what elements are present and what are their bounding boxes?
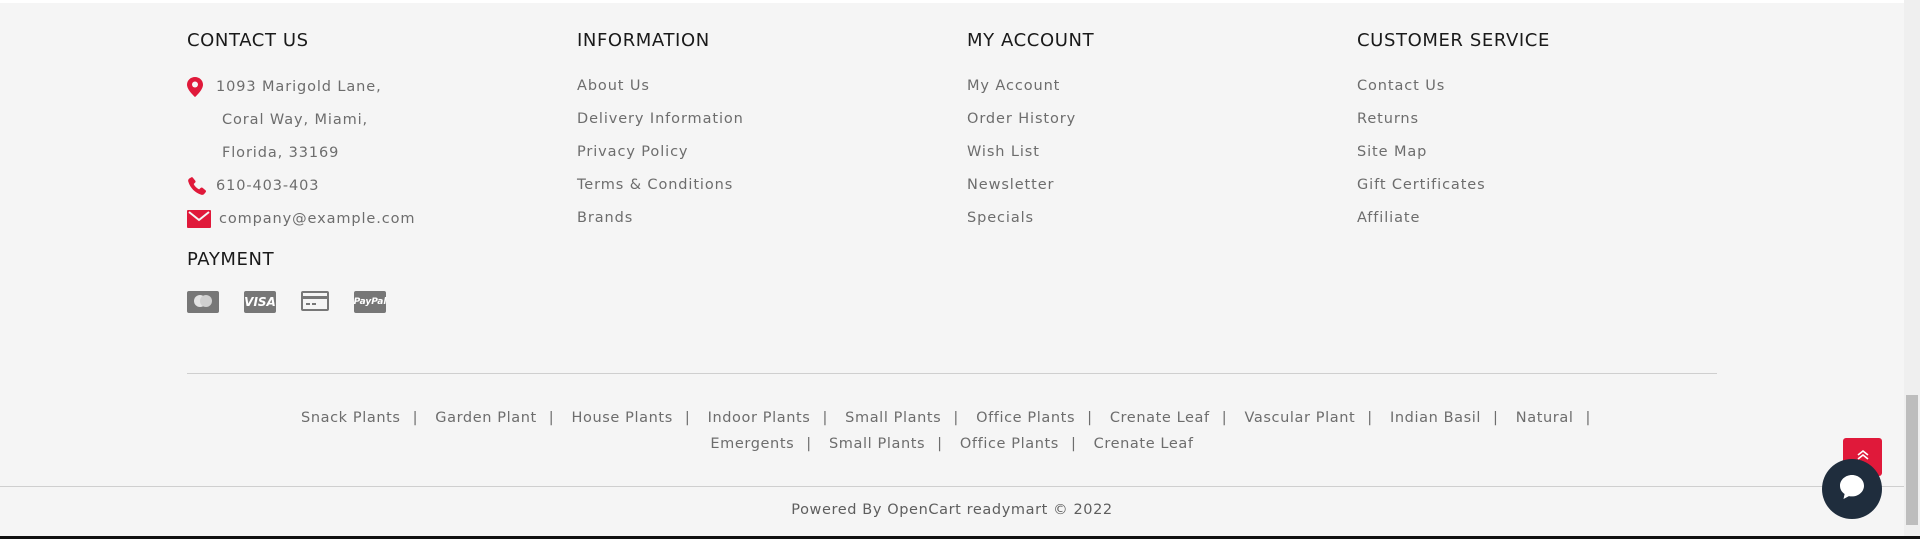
tag-link[interactable]: Natural — [1516, 410, 1574, 426]
contact-title: CONTACT US — [187, 30, 309, 51]
account-column: MY ACCOUNT My Account Order History Wish… — [967, 30, 1094, 235]
tag-separator: | — [1087, 410, 1093, 426]
footer-link-wish-list[interactable]: Wish List — [967, 136, 1094, 169]
tag-separator: | — [822, 410, 828, 426]
mail-icon — [187, 209, 211, 228]
tag-separator: | — [684, 410, 691, 426]
footer-link-site-map[interactable]: Site Map — [1357, 136, 1550, 169]
service-title: CUSTOMER SERVICE — [1357, 30, 1550, 51]
footer-link-gift-certificates[interactable]: Gift Certificates — [1357, 169, 1550, 202]
footer-link-returns[interactable]: Returns — [1357, 103, 1550, 136]
footer-link-about-us[interactable]: About Us — [577, 70, 744, 103]
tag-link[interactable]: House Plants — [572, 410, 673, 426]
tag-link[interactable]: Indian Basil — [1390, 410, 1481, 426]
address-line-3: Florida, 33169 — [222, 144, 340, 161]
footer-link-newsletter[interactable]: Newsletter — [967, 169, 1094, 202]
contact-column: CONTACT US 1093 Marigold Lane, Coral Way… — [187, 30, 415, 235]
scrollbar-thumb[interactable] — [1906, 395, 1918, 525]
footer-link-affiliate[interactable]: Affiliate — [1357, 202, 1550, 235]
tag-separator: | — [1221, 410, 1228, 426]
copyright-divider — [0, 486, 1904, 487]
tag-line-2: Emergents | Small Plants | Office Plants | … — [0, 431, 1904, 457]
payment-title: PAYMENT — [187, 249, 275, 270]
tag-separator: | — [1493, 410, 1499, 426]
address-row: 1093 Marigold Lane, — [187, 70, 415, 103]
phone-icon — [187, 176, 209, 196]
tag-link[interactable]: Small Plants — [829, 436, 925, 452]
footer-divider — [187, 373, 1717, 374]
tag-separator: | — [412, 410, 419, 426]
visa-label: VISA — [244, 295, 276, 309]
top-edge — [0, 0, 1904, 3]
tag-link[interactable]: Small Plants — [845, 410, 941, 426]
information-column: INFORMATION About Us Delivery Informatio… — [577, 30, 744, 235]
tag-link[interactable]: Vascular Plant — [1244, 410, 1355, 426]
footer-link-terms-conditions[interactable]: Terms & Conditions — [577, 169, 744, 202]
paypal-label: PayPal — [353, 297, 387, 307]
tag-link[interactable]: Crenate Leaf — [1094, 436, 1194, 452]
tag-separator: | — [937, 436, 943, 452]
address-line-1: 1093 Marigold Lane, — [216, 78, 382, 95]
location-pin-icon — [187, 76, 209, 97]
tag-link[interactable]: Office Plants — [976, 410, 1075, 426]
email-text: company@example.com — [219, 210, 416, 227]
powered-by-text: Powered By OpenCart readymart © 2022 — [791, 502, 1113, 518]
email-row[interactable]: company@example.com — [187, 202, 415, 235]
payment-icons: VISA PayPal — [187, 291, 386, 313]
tag-link[interactable]: Indoor Plants — [708, 410, 811, 426]
phone-row[interactable]: 610-403-403 — [187, 169, 415, 202]
tag-link[interactable]: Crenate Leaf — [1110, 410, 1210, 426]
tag-separator: | — [1585, 410, 1591, 426]
tag-link[interactable]: Office Plants — [960, 436, 1059, 452]
tag-line-1: Snack Plants | Garden Plant | House Plants… — [0, 405, 1904, 431]
tag-link[interactable]: Garden Plant — [435, 410, 537, 426]
account-title: MY ACCOUNT — [967, 30, 1095, 51]
chat-bubble-icon — [1837, 472, 1867, 506]
phone-text: 610-403-403 — [216, 177, 320, 194]
footer-link-brands[interactable]: Brands — [577, 202, 744, 235]
chat-widget-button[interactable] — [1822, 459, 1882, 519]
tag-links: Snack Plants | Garden Plant | House Plants… — [0, 405, 1904, 457]
footer-link-specials[interactable]: Specials — [967, 202, 1094, 235]
tag-link[interactable]: Emergents — [710, 436, 794, 452]
footer-link-contact-us[interactable]: Contact Us — [1357, 70, 1550, 103]
tag-separator: | — [1070, 436, 1077, 452]
information-title: INFORMATION — [577, 30, 710, 51]
mastercard-icon — [187, 291, 219, 313]
footer-link-delivery-information[interactable]: Delivery Information — [577, 103, 744, 136]
tag-separator: | — [1367, 410, 1373, 426]
footer-link-privacy-policy[interactable]: Privacy Policy — [577, 136, 744, 169]
service-column: CUSTOMER SERVICE Contact Us Returns Site… — [1357, 30, 1550, 235]
tag-separator: | — [548, 410, 555, 426]
credit-card-icon — [301, 291, 329, 311]
paypal-icon: PayPal — [354, 291, 386, 313]
page-scrollbar[interactable] — [1904, 0, 1920, 536]
address-line-2: Coral Way, Miami, — [222, 111, 369, 128]
tag-link[interactable]: Snack Plants — [301, 410, 401, 426]
tag-separator: | — [953, 410, 959, 426]
footer-link-my-account[interactable]: My Account — [967, 70, 1094, 103]
footer-link-order-history[interactable]: Order History — [967, 103, 1094, 136]
visa-icon: VISA — [244, 291, 276, 313]
tag-separator: | — [806, 436, 812, 452]
